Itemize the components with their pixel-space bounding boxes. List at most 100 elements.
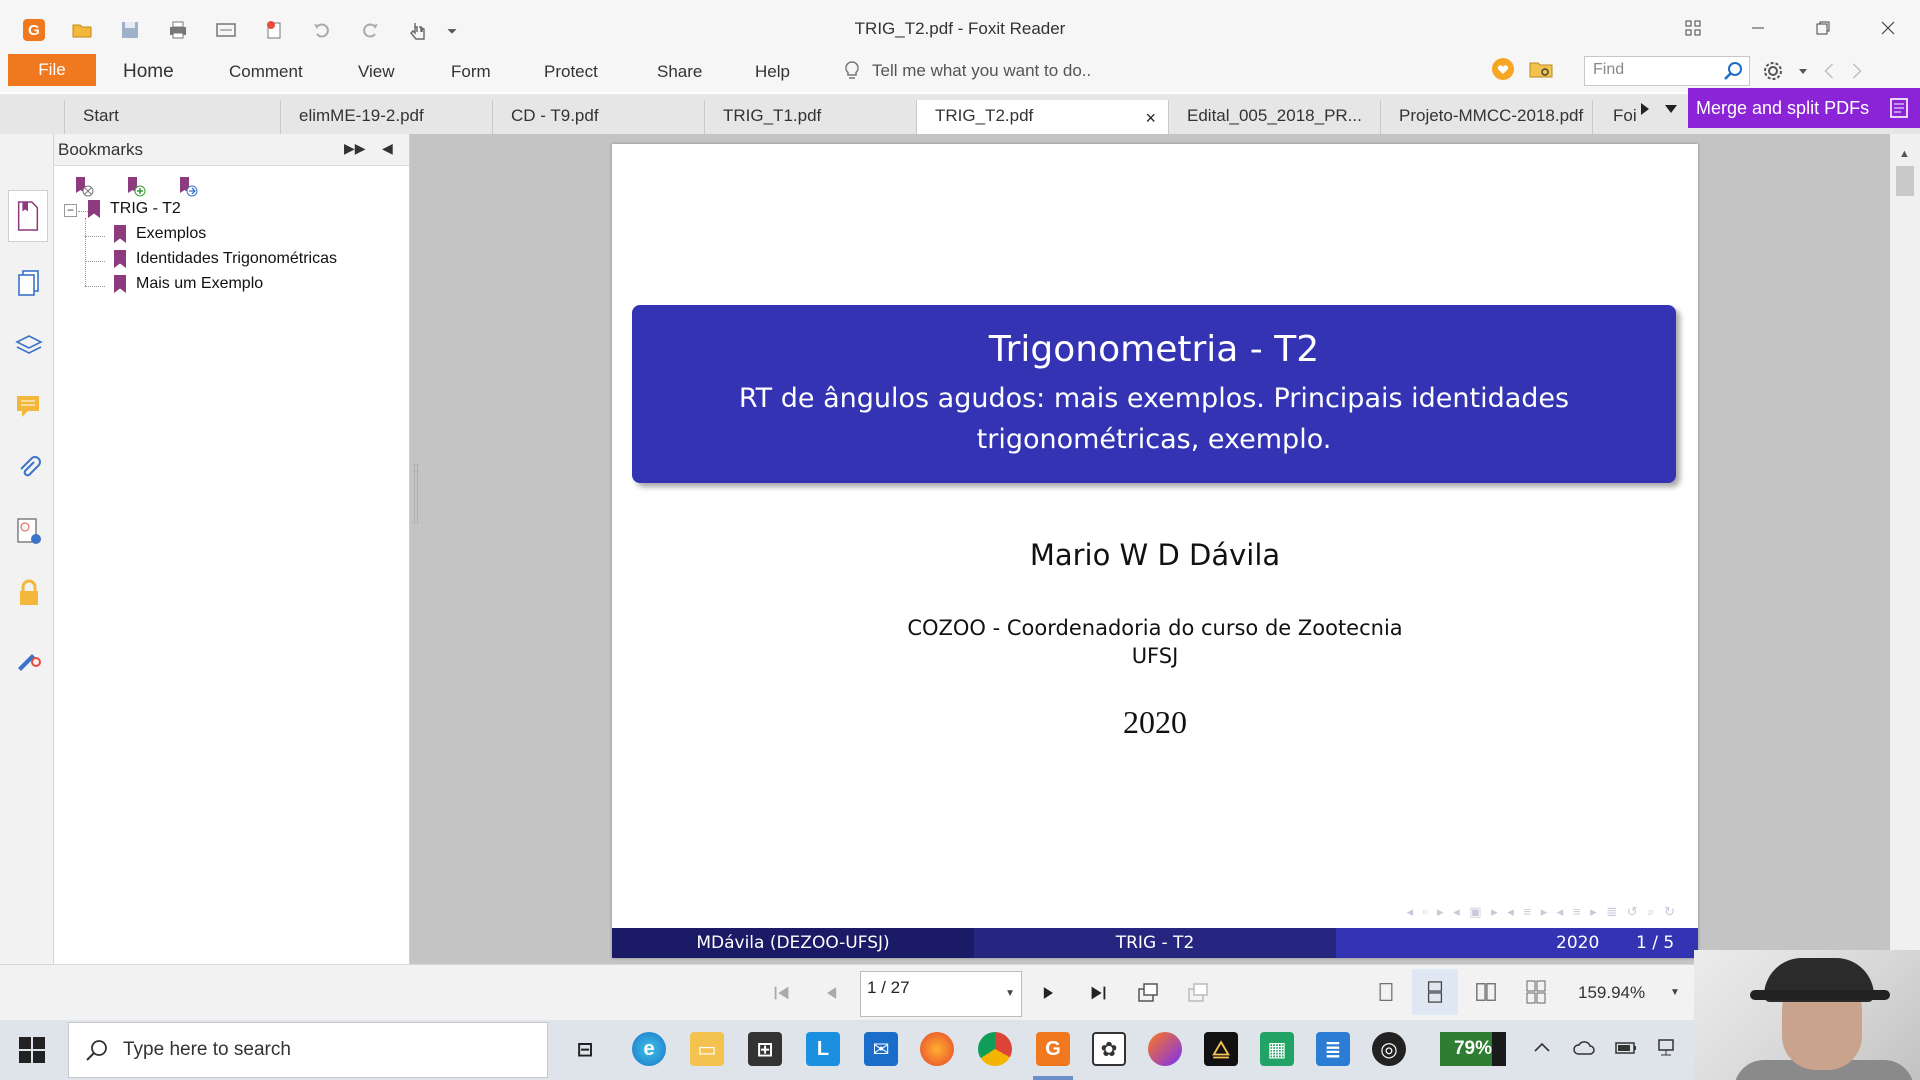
menu-form[interactable]: Form [451,62,491,82]
mail-icon[interactable]: ✉ [864,1032,898,1066]
windows-start-icon[interactable] [18,1036,46,1064]
tab-elimme[interactable]: elimME-19-2.pdf [280,100,492,134]
panel-expand-icon[interactable]: ▶▶ [344,140,366,157]
content-tools-icon[interactable] [14,642,44,672]
delete-bookmark-icon[interactable] [70,174,96,200]
menu-help[interactable]: Help [755,62,790,82]
l-app-icon[interactable]: L [806,1032,840,1066]
add-bookmark-icon[interactable] [122,174,148,200]
back-arrow-icon[interactable] [1822,61,1836,81]
layers-icon[interactable] [14,330,44,360]
tab-trig-t1[interactable]: TRIG_T1.pdf [704,100,916,134]
forward-arrow-icon[interactable] [1850,61,1864,81]
menu-share[interactable]: Share [657,62,702,82]
file-explorer-icon[interactable]: ▭ [690,1032,724,1066]
menu-view[interactable]: View [358,62,395,82]
tab-trig-t2[interactable]: TRIG_T2.pdf × [916,100,1168,134]
battery-icon[interactable] [1614,1036,1638,1060]
search-folder-icon[interactable] [1528,56,1554,82]
comments-icon[interactable] [14,392,44,422]
minimize-icon[interactable] [1725,8,1790,48]
attachment-icon[interactable] [14,454,44,484]
find-input[interactable]: Find [1584,56,1750,86]
tab-start[interactable]: Start [64,100,280,134]
scan-icon[interactable] [202,14,250,46]
new-pdf-icon[interactable] [250,14,298,46]
next-view-icon[interactable] [1186,981,1210,1005]
continuous-facing-view-icon[interactable] [1522,977,1550,1007]
tab-edital[interactable]: Edital_005_2018_PR... [1168,100,1380,134]
tab-scroll-right-icon[interactable] [1640,102,1650,116]
obs-studio-icon[interactable]: ◎ [1372,1032,1406,1066]
chevron-down-icon[interactable] [1798,66,1808,76]
hand-tool-icon[interactable] [394,14,442,46]
app-logo-icon[interactable]: G [10,14,58,46]
beamer-navigation-symbols-icon[interactable]: ◂ ▫ ▸ ◂ ▣ ▸ ◂ ≡ ▸ ◂ ≡ ▸ ≣ ↺ ⌕ ↻ [1407,904,1678,920]
undo-icon[interactable] [298,14,346,46]
panel-splitter[interactable] [414,464,418,524]
firefox-icon[interactable] [920,1032,954,1066]
tab-list-dropdown-icon[interactable] [1664,104,1678,114]
edge-browser-icon[interactable]: e [632,1032,666,1066]
redo-icon[interactable] [346,14,394,46]
page-number-input[interactable]: 1 / 27 ▼ [860,971,1022,1017]
merge-split-button[interactable]: Merge and split PDFs [1688,88,1920,128]
continuous-view-icon[interactable] [1412,969,1458,1015]
zoom-level[interactable]: 159.94% [1578,983,1645,1003]
facing-view-icon[interactable] [1472,977,1500,1007]
restore-icon[interactable] [1790,8,1855,48]
save-icon[interactable] [106,14,154,46]
store-icon[interactable]: ⊞ [748,1032,782,1066]
goto-bookmark-icon[interactable] [174,174,200,200]
print-icon[interactable] [154,14,202,46]
first-page-icon[interactable] [770,981,794,1005]
bookmark-root[interactable]: TRIG - T2 [88,200,181,218]
panel-collapse-icon[interactable]: ◀ [382,140,393,157]
customize-toolbar-icon[interactable] [442,14,462,46]
search-icon[interactable] [1723,61,1743,81]
heart-icon[interactable] [1490,56,1516,82]
chart-app-icon[interactable]: ⧋ [1204,1032,1238,1066]
bookmarks-panel-icon[interactable] [8,190,48,242]
bookmark-item-mais-um-exemplo[interactable]: Mais um Exemplo [114,275,263,293]
foxit-reader-icon[interactable]: G [1036,1032,1070,1066]
open-folder-icon[interactable] [58,14,106,46]
last-page-icon[interactable] [1086,981,1110,1005]
scrollbar-thumb[interactable] [1896,166,1914,196]
tab-cd-t9[interactable]: CD - T9.pdf [492,100,704,134]
bookmark-item-exemplos[interactable]: Exemplos [114,225,206,243]
menu-file[interactable]: File [8,54,96,86]
gear-icon[interactable] [1762,60,1784,82]
tab-close-icon[interactable]: × [1145,108,1156,129]
signatures-icon[interactable] [14,516,44,546]
page-dropdown-icon[interactable]: ▼ [1005,988,1015,999]
previous-view-icon[interactable] [1136,981,1160,1005]
document-writer-icon[interactable]: ≣ [1316,1032,1350,1066]
scroll-up-icon[interactable]: ▲ [1899,148,1910,160]
chevron-up-icon[interactable] [1530,1036,1554,1060]
cloud-icon[interactable] [1572,1036,1596,1060]
close-icon[interactable] [1855,8,1920,48]
tell-me-box[interactable]: Tell me what you want to do.. [842,60,1091,82]
page-thumbnails-icon[interactable] [14,268,44,298]
tree-collapse-toggle[interactable]: − [64,204,77,217]
document-view[interactable]: Trigonometria - T2 RT de ângulos agudos:… [410,134,1890,964]
zoom-dropdown-icon[interactable]: ▼ [1670,987,1680,998]
lock-icon[interactable] [14,578,44,608]
menu-home[interactable]: Home [123,61,174,83]
spreadsheet-icon[interactable]: ▦ [1260,1032,1294,1066]
network-icon[interactable] [1656,1036,1680,1060]
battery-meter[interactable]: 79% [1440,1032,1506,1066]
taskbar-search-box[interactable]: Type here to search [68,1022,548,1078]
next-page-icon[interactable] [1036,981,1060,1005]
vertical-scrollbar[interactable]: ▲ [1890,134,1920,964]
task-view-icon[interactable]: ⊟ [568,1032,602,1066]
bookmark-item-identidades[interactable]: Identidades Trigonométricas [114,250,337,268]
previous-page-icon[interactable] [820,981,844,1005]
menu-protect[interactable]: Protect [544,62,598,82]
paint-app-icon[interactable] [1148,1032,1182,1066]
menu-comment[interactable]: Comment [229,62,303,82]
tab-projeto[interactable]: Projeto-MMCC-2018.pdf [1380,100,1592,134]
chrome-icon[interactable] [978,1032,1012,1066]
tab-foi[interactable]: Foi [1592,100,1640,134]
